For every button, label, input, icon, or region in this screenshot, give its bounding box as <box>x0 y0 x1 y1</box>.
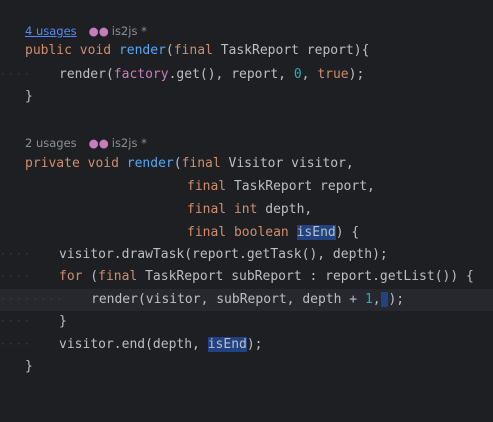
highlighted-identifier: isEnd <box>296 225 336 240</box>
people-icon: ●● <box>88 24 109 38</box>
author-hint[interactable]: ●● is2js * <box>89 136 147 150</box>
code-line[interactable]: } <box>0 356 493 378</box>
code-line[interactable]: final TaskReport report, <box>0 176 493 198</box>
code-line[interactable]: ···· visitor.end(depth, isEnd); <box>0 334 493 356</box>
code-line[interactable]: final int depth, <box>0 199 493 221</box>
code-token: TaskReport subReport : report.getList())… <box>137 269 474 284</box>
code-token: , <box>301 67 318 82</box>
code-token: ); <box>246 337 263 352</box>
code-text: private void render(final Visitor visito… <box>25 153 354 175</box>
inlay-hint: 2 usages ●● is2js * <box>0 132 493 154</box>
keyword: final <box>173 43 213 58</box>
code-line[interactable]: } <box>0 86 493 108</box>
code-text: visitor.drawTask(report.getTask(), depth… <box>59 247 388 262</box>
method-name: render <box>126 156 174 171</box>
code-token: ( <box>165 43 174 58</box>
method-call: render <box>91 292 138 307</box>
keyword: final <box>187 179 227 194</box>
code-token: ( <box>82 269 99 284</box>
code-text: visitor.end(depth, isEnd); <box>59 334 263 356</box>
indent-guide: ···· <box>0 271 33 282</box>
keyword: void <box>87 156 119 171</box>
keyword: boolean <box>233 225 289 240</box>
code-line[interactable]: ···· } <box>0 311 493 333</box>
usages-link[interactable]: 4 usages <box>25 24 77 38</box>
usages-link[interactable]: 2 usages <box>25 136 77 150</box>
code-token: depth, <box>257 202 313 217</box>
inlay-hint-content: 4 usages ●● is2js * <box>25 20 147 42</box>
author-name: is2js * <box>111 24 147 38</box>
field-name: factory <box>113 67 169 82</box>
people-icon: ●● <box>88 136 109 150</box>
method-call: render <box>59 67 106 82</box>
keyword: private <box>25 156 80 171</box>
code-token: ( <box>173 156 182 171</box>
code-token: .get(), report, <box>168 67 294 82</box>
code-text: final int depth, <box>187 199 312 221</box>
code-token: TaskReport report, <box>226 179 375 194</box>
code-token: ); <box>348 67 365 82</box>
keyword: void <box>79 43 112 58</box>
keyword: final <box>181 156 221 171</box>
keyword: public <box>25 43 72 58</box>
code-line[interactable]: ···· visitor.drawTask(report.getTask(), … <box>0 244 493 266</box>
keyword: int <box>233 202 258 217</box>
code-line[interactable]: public void render(final TaskReport repo… <box>0 40 493 62</box>
keyword: final <box>187 225 227 240</box>
author-hint[interactable]: ●● is2js * <box>89 24 147 38</box>
code-text: final TaskReport report, <box>187 176 375 198</box>
code-token: , <box>372 292 381 307</box>
indent-guide: ········ <box>0 294 65 305</box>
code-text: } <box>25 359 33 374</box>
code-line-current[interactable]: ········ render(visitor, subReport, dept… <box>0 289 493 311</box>
code-line[interactable]: private void render(final Visitor visito… <box>0 153 493 175</box>
code-text: final boolean isEnd) { <box>187 222 359 244</box>
keyword: for <box>59 269 83 284</box>
code-line[interactable]: ···· render(factory.get(), report, 0, tr… <box>0 64 493 86</box>
author-name: is2js * <box>111 136 147 150</box>
number-literal: 1 <box>364 292 373 307</box>
code-text: render(visitor, subReport, depth + 1, ); <box>91 289 404 311</box>
code-editor[interactable]: 4 usages ●● is2js * public void render(fin… <box>0 0 493 411</box>
code-token: ) { <box>335 225 360 240</box>
number-literal: 0 <box>293 67 302 82</box>
indent-guide: ···· <box>0 69 33 80</box>
code-text: render(factory.get(), report, 0, true); <box>59 64 364 86</box>
highlighted-identifier: isEnd <box>207 337 247 352</box>
code-text: public void render(final TaskReport repo… <box>25 40 369 62</box>
code-text: } <box>25 89 33 104</box>
code-token: ); <box>388 292 405 307</box>
inlay-hint-content: 2 usages ●● is2js * <box>25 132 147 154</box>
code-token: ( <box>105 67 114 82</box>
code-text: for (final TaskReport subReport : report… <box>59 266 474 288</box>
code-token: visitor.end(depth, <box>59 337 208 352</box>
code-token: (visitor, subReport, depth + <box>137 292 365 307</box>
keyword: true <box>317 67 349 82</box>
code-text: } <box>59 314 67 329</box>
method-name: render <box>118 43 166 58</box>
indent-guide: ···· <box>0 316 33 327</box>
indent-guide: ···· <box>0 249 33 260</box>
code-line[interactable]: ···· for (final TaskReport subReport : r… <box>0 266 493 288</box>
code-token: TaskReport report){ <box>212 43 370 58</box>
inlay-hint: 4 usages ●● is2js * <box>0 20 493 42</box>
code-token: Visitor visitor, <box>220 156 354 171</box>
indent-guide: ···· <box>0 339 33 350</box>
code-line[interactable]: final boolean isEnd) { <box>0 222 493 244</box>
keyword: final <box>187 202 227 217</box>
keyword: final <box>98 269 138 284</box>
